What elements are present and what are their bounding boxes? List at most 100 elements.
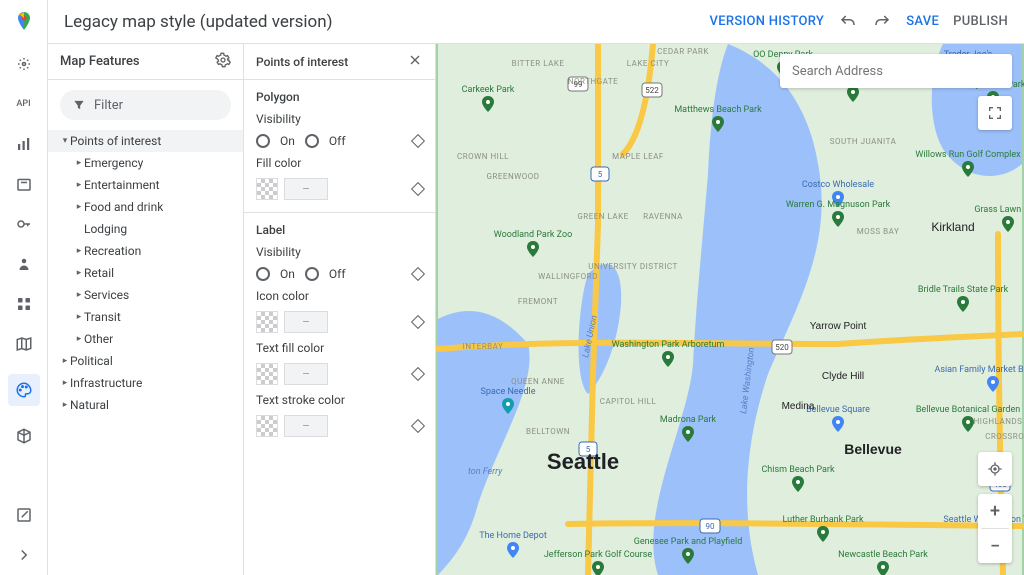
neighborhood-label: SOUTH JUANITA — [830, 137, 897, 146]
fullscreen-icon — [987, 105, 1003, 121]
redo-icon[interactable] — [872, 12, 892, 32]
poi-label: Newcastle Beach Park — [838, 550, 928, 560]
color-swatch[interactable] — [256, 363, 278, 385]
chevron-icon: ▸ — [74, 180, 84, 190]
neighborhood-label: CAPITOL HILL — [600, 397, 657, 406]
chevron-icon: ▸ — [60, 378, 70, 388]
tree-poi-lodging[interactable]: Lodging — [48, 218, 243, 240]
neighborhood-label: UNIVERSITY DISTRICT — [588, 262, 678, 271]
publish-button[interactable]: PUBLISH — [953, 14, 1008, 29]
filter-input[interactable]: Filter — [60, 90, 231, 120]
tree-poi-entertainment[interactable]: ▸Entertainment — [48, 174, 243, 196]
tree-item-label: Other — [84, 332, 113, 346]
nav-map-icon[interactable] — [14, 334, 34, 354]
radio-label: On — [280, 134, 295, 148]
nav-3d-icon[interactable] — [14, 426, 34, 446]
main-area: Legacy map style (updated version) VERSI… — [48, 0, 1024, 575]
svg-text:5: 5 — [598, 170, 603, 179]
nav-compose-icon[interactable] — [14, 505, 34, 525]
features-header: Map Features — [48, 44, 243, 80]
poi-label: Bridle Trails State Park — [918, 285, 1009, 295]
chevron-icon: ▸ — [74, 158, 84, 168]
nav-api-icon[interactable]: API — [14, 94, 34, 114]
color-row: – — [256, 415, 423, 437]
tree-poi-food-and-drink[interactable]: ▸Food and drink — [48, 196, 243, 218]
inherit-icon[interactable] — [411, 182, 425, 196]
version-history-link[interactable]: VERSION HISTORY — [710, 14, 825, 29]
chevron-icon: ▸ — [74, 290, 84, 300]
tree-item-label: Lodging — [84, 222, 127, 236]
nav-people-icon[interactable] — [14, 254, 34, 274]
nav-expand-icon[interactable] — [14, 545, 34, 565]
poi-label: Jefferson Park Golf Course — [544, 550, 653, 560]
poi-label: Luther Burbank Park — [782, 515, 863, 525]
tree-item-label: Emergency — [84, 156, 143, 170]
color-swatch[interactable] — [256, 178, 278, 200]
nav-home-icon[interactable] — [14, 54, 34, 74]
search-address-box[interactable] — [780, 54, 1012, 88]
color-value[interactable]: – — [284, 415, 328, 437]
tree-political[interactable]: ▸Political — [48, 350, 243, 372]
nav-credentials-icon[interactable] — [14, 214, 34, 234]
neighborhood-label: CROSSROADS — [985, 432, 1024, 441]
map-preview[interactable]: 5 5 522 520 90 405 99 BITTER LAKELAKE CI… — [436, 44, 1024, 575]
color-swatch[interactable] — [256, 311, 278, 333]
color-value[interactable]: – — [284, 363, 328, 385]
tree-poi-recreation[interactable]: ▸Recreation — [48, 240, 243, 262]
inherit-icon[interactable] — [411, 134, 425, 148]
tree-infrastructure[interactable]: ▸Infrastructure — [48, 372, 243, 394]
poi-label: Bellevue Botanical Garden — [916, 405, 1020, 415]
svg-text:90: 90 — [706, 522, 715, 531]
neighborhood-label: WALLINGFORD — [538, 272, 598, 281]
tree-item-label: Points of interest — [70, 134, 161, 148]
tree-poi[interactable]: ▾Points of interest — [48, 130, 243, 152]
inherit-icon[interactable] — [411, 315, 425, 329]
radio-off[interactable] — [305, 134, 319, 148]
chevron-icon: ▾ — [60, 136, 70, 146]
poi-label: Chism Beach Park — [761, 465, 835, 475]
inherit-icon[interactable] — [411, 267, 425, 281]
field-label: Text fill color — [256, 341, 423, 355]
tree-poi-other[interactable]: ▸Other — [48, 328, 243, 350]
poi-label: Warren G. Magnuson Park — [786, 200, 891, 210]
radio-on[interactable] — [256, 267, 270, 281]
color-value[interactable]: – — [284, 311, 328, 333]
inherit-icon[interactable] — [411, 367, 425, 381]
nav-styles-icon[interactable] — [8, 374, 40, 406]
color-value[interactable]: – — [284, 178, 328, 200]
section-title: Polygon — [256, 90, 423, 104]
chevron-icon: ▸ — [74, 312, 84, 322]
close-icon[interactable] — [407, 52, 423, 71]
tree-item-label: Recreation — [84, 244, 141, 258]
svg-text:520: 520 — [775, 343, 789, 352]
tree-poi-emergency[interactable]: ▸Emergency — [48, 152, 243, 174]
nav-apps-icon[interactable] — [14, 294, 34, 314]
poi-label: Space Needle — [480, 387, 535, 397]
zoom-in-button[interactable]: + — [978, 494, 1012, 528]
gear-icon[interactable] — [215, 52, 231, 72]
city-label: Bellevue — [844, 441, 902, 457]
search-address-input[interactable] — [792, 64, 1000, 79]
poi-label: Washington Park Arboretum — [612, 340, 725, 350]
tree-poi-transit[interactable]: ▸Transit — [48, 306, 243, 328]
filter-placeholder: Filter — [94, 98, 123, 113]
radio-on[interactable] — [256, 134, 270, 148]
poi-label: Matthews Beach Park — [674, 105, 762, 115]
poi-label: Bellevue Square — [806, 405, 870, 415]
nav-library-icon[interactable] — [14, 174, 34, 194]
inherit-icon[interactable] — [411, 419, 425, 433]
color-swatch[interactable] — [256, 415, 278, 437]
radio-off[interactable] — [305, 267, 319, 281]
fullscreen-button[interactable] — [978, 96, 1012, 130]
undo-icon[interactable] — [838, 12, 858, 32]
color-row: – — [256, 178, 423, 200]
tree-natural[interactable]: ▸Natural — [48, 394, 243, 416]
save-button[interactable]: SAVE — [906, 14, 939, 29]
tree-poi-retail[interactable]: ▸Retail — [48, 262, 243, 284]
style-panel: Points of interest PolygonVisibilityOnOf… — [244, 44, 436, 575]
nav-metrics-icon[interactable] — [14, 134, 34, 154]
tree-poi-services[interactable]: ▸Services — [48, 284, 243, 306]
my-location-button[interactable] — [978, 452, 1012, 486]
tree-item-label: Infrastructure — [70, 376, 142, 390]
zoom-out-button[interactable]: − — [978, 529, 1012, 563]
